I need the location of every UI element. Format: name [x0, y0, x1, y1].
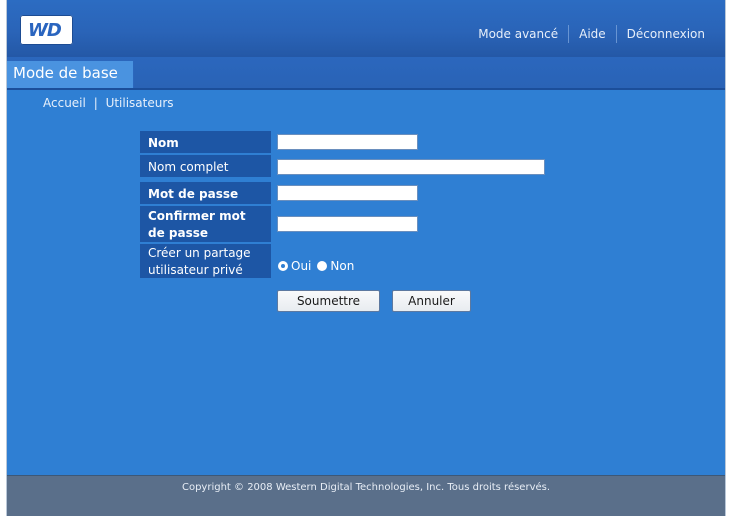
submit-button[interactable]: Soumettre [277, 290, 380, 312]
radio-non-label[interactable]: Non [330, 259, 354, 273]
top-navigation: Mode avancé Aide Déconnexion [468, 25, 715, 43]
confirm-label-line1: Confirmer mot [148, 209, 246, 223]
nav-mode-avance[interactable]: Mode avancé [468, 27, 568, 41]
radio-oui-label[interactable]: Oui [291, 259, 311, 273]
breadcrumb-home[interactable]: Accueil [43, 96, 86, 110]
top-bar: WD Mode avancé Aide Déconnexion [7, 0, 725, 57]
password-input[interactable] [277, 185, 418, 201]
breadcrumb-separator: | [93, 96, 98, 110]
wd-logo: WD [20, 15, 73, 45]
confirm-password-label: Confirmer mot de passe [140, 206, 271, 244]
private-share-radios: Oui Non [278, 259, 360, 273]
footer: Copyright © 2008 Western Digital Technol… [7, 475, 725, 516]
row-private-share: Créer un partage utilisateur privé Oui N… [140, 244, 560, 280]
confirm-password-input[interactable] [277, 216, 418, 232]
nav-deconnexion[interactable]: Déconnexion [617, 27, 715, 41]
radio-oui[interactable] [278, 261, 288, 271]
row-username: Nom d'utilisateur [140, 131, 560, 168]
nav-separator [568, 25, 570, 43]
row-fullname: Nom complet [140, 155, 560, 179]
tab-bar: Mode de base [7, 57, 725, 90]
private-share-label: Créer un partage utilisateur privé [140, 244, 271, 280]
row-confirm-password: Confirmer mot de passe [140, 206, 560, 244]
password-label: Mot de passe [140, 182, 271, 206]
cancel-button[interactable]: Annuler [392, 290, 471, 312]
logo-text: WD [28, 20, 62, 41]
tab-label: Mode de base [13, 64, 118, 82]
nav-aide[interactable]: Aide [569, 27, 616, 41]
app-frame: WD Mode avancé Aide Déconnexion Mode de … [7, 0, 725, 516]
breadcrumb-current: Utilisateurs [105, 96, 174, 110]
username-label: Nom d'utilisateur [140, 131, 271, 168]
confirm-label-line2: de passe [148, 226, 209, 240]
fullname-input[interactable] [277, 159, 545, 175]
tab-mode-de-base[interactable]: Mode de base [7, 61, 134, 88]
private-share-line1: Créer un partage [148, 246, 251, 260]
username-input[interactable] [277, 134, 418, 150]
row-password: Mot de passe [140, 179, 560, 206]
radio-non[interactable] [317, 261, 328, 271]
private-share-line2: utilisateur privé [148, 263, 243, 277]
copyright-text: Copyright © 2008 Western Digital Technol… [181, 482, 551, 493]
breadcrumb: Accueil | Utilisateurs [41, 96, 176, 110]
fullname-label: Nom complet [140, 155, 271, 179]
nav-separator [615, 25, 617, 43]
